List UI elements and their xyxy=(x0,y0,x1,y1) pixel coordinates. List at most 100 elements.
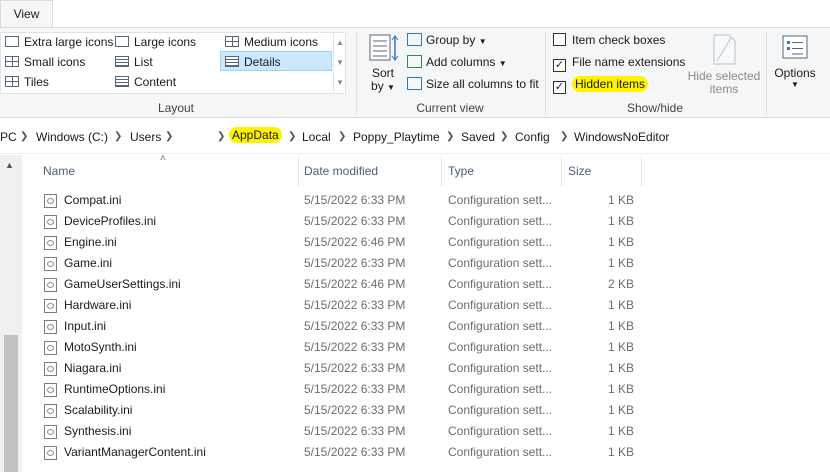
file-date-modified: 5/15/2022 6:33 PM xyxy=(304,193,406,207)
breadcrumb-config[interactable]: Config xyxy=(515,129,550,145)
file-date-modified: 5/15/2022 6:33 PM xyxy=(304,382,406,396)
table-row[interactable]: MotoSynth.ini 5/15/2022 6:33 PM Configurat… xyxy=(24,337,830,358)
breadcrumb-separator-icon[interactable]: ❯ xyxy=(500,129,508,145)
group-by-button[interactable]: Group by ▼ xyxy=(407,29,487,51)
details-icon xyxy=(225,56,239,67)
options-button[interactable]: Options ▼ xyxy=(770,33,820,90)
config-file-icon xyxy=(44,278,57,292)
breadcrumb-separator-icon[interactable]: ❯ xyxy=(288,129,296,145)
file-type: Configuration sett... xyxy=(448,361,553,375)
config-file-icon xyxy=(44,299,57,313)
scroll-down-icon[interactable]: ▼ xyxy=(334,53,346,73)
size-columns-icon xyxy=(407,77,422,90)
breadcrumb-separator-icon[interactable]: ❯ xyxy=(446,129,454,145)
column-header-size[interactable]: Size xyxy=(568,157,640,186)
file-date-modified: 5/15/2022 6:33 PM xyxy=(304,298,406,312)
tab-view[interactable]: View xyxy=(0,0,53,27)
gallery-more-icon[interactable]: ▼ xyxy=(334,73,346,93)
breadcrumb-separator-icon[interactable]: ❯ xyxy=(20,129,28,145)
scroll-up-icon[interactable]: ▲ xyxy=(5,160,14,170)
file-size: 1 KB xyxy=(607,382,634,396)
file-type: Configuration sett... xyxy=(448,193,553,207)
config-file-icon xyxy=(44,383,57,397)
checkbox-unchecked-icon[interactable] xyxy=(553,33,566,46)
breadcrumb-pc[interactable]: PC xyxy=(0,129,17,145)
file-date-modified: 5/15/2022 6:33 PM xyxy=(304,256,406,270)
breadcrumb-separator-icon[interactable]: ❯ xyxy=(217,129,225,145)
file-name-extensions-toggle[interactable]: ✓ File name extensions xyxy=(553,51,685,73)
table-row[interactable]: Niagara.ini 5/15/2022 6:33 PM Configuratio… xyxy=(24,358,830,379)
medium-icons-icon xyxy=(225,36,239,47)
file-size: 1 KB xyxy=(607,319,634,333)
file-size: 1 KB xyxy=(607,214,634,228)
scrollbar-thumb[interactable] xyxy=(4,335,18,472)
checkbox-checked-icon[interactable]: ✓ xyxy=(553,59,566,72)
file-type: Configuration sett... xyxy=(448,340,553,354)
item-check-boxes-toggle[interactable]: Item check boxes xyxy=(553,29,665,51)
breadcrumb-separator-icon[interactable]: ❯ xyxy=(114,129,122,145)
column-divider[interactable] xyxy=(298,157,299,186)
config-file-icon xyxy=(44,257,57,271)
file-date-modified: 5/15/2022 6:46 PM xyxy=(304,277,406,291)
list-icon xyxy=(115,56,129,67)
column-header-type[interactable]: Type xyxy=(448,157,560,186)
breadcrumb-local[interactable]: Local xyxy=(302,129,331,145)
layout-list[interactable]: List xyxy=(115,53,153,71)
file-date-modified: 5/15/2022 6:33 PM xyxy=(304,340,406,354)
layout-small-icons[interactable]: Small icons xyxy=(5,53,85,71)
layout-content[interactable]: Content xyxy=(115,73,176,91)
table-row[interactable]: DeviceProfiles.ini 5/15/2022 6:33 PM Confi… xyxy=(24,211,830,232)
size-all-columns-button[interactable]: Size all columns to fit xyxy=(407,73,539,95)
layout-medium-icons[interactable]: Medium icons xyxy=(225,33,318,51)
checkbox-checked-icon[interactable]: ✓ xyxy=(553,81,566,94)
file-size: 1 KB xyxy=(607,193,634,207)
column-header-name[interactable]: Name xyxy=(43,157,298,186)
breadcrumb-windowsnoeditor[interactable]: WindowsNoEditor xyxy=(574,129,669,145)
column-divider[interactable] xyxy=(441,157,442,186)
column-header-date-modified[interactable]: Date modified xyxy=(304,157,440,186)
table-row[interactable]: VariantManagerContent.ini 5/15/2022 6:33 … xyxy=(24,442,830,463)
table-row[interactable]: Hardware.ini 5/15/2022 6:33 PM Configurati… xyxy=(24,295,830,316)
column-divider[interactable] xyxy=(561,157,562,186)
table-row[interactable]: GameUserSettings.ini 5/15/2022 6:46 PM Con… xyxy=(24,274,830,295)
hide-selected-items-button[interactable]: Hide selected items xyxy=(685,33,763,96)
file-type: Configuration sett... xyxy=(448,424,553,438)
sort-by-button[interactable]: Sort by ▼ xyxy=(366,33,400,95)
file-name: Scalability.ini xyxy=(64,403,133,417)
file-name: RuntimeOptions.ini xyxy=(64,382,166,396)
layout-large-icons[interactable]: Large icons xyxy=(115,33,196,51)
table-row[interactable]: Input.ini 5/15/2022 6:33 PM Configuration … xyxy=(24,316,830,337)
column-divider[interactable] xyxy=(641,157,642,186)
layout-details[interactable]: Details xyxy=(225,53,281,71)
table-row[interactable]: RuntimeOptions.ini 5/15/2022 6:33 PM Confi… xyxy=(24,379,830,400)
layout-tiles[interactable]: Tiles xyxy=(5,73,49,91)
breadcrumb-saved[interactable]: Saved xyxy=(461,129,495,145)
table-row[interactable]: Scalability.ini 5/15/2022 6:33 PM Configur… xyxy=(24,400,830,421)
add-columns-button[interactable]: Add columns ▼ xyxy=(407,51,507,73)
file-date-modified: 5/15/2022 6:33 PM xyxy=(304,424,406,438)
scroll-up-icon[interactable]: ▲ xyxy=(334,33,346,53)
file-size: 1 KB xyxy=(607,235,634,249)
table-row[interactable]: Engine.ini 5/15/2022 6:46 PM Configuration… xyxy=(24,232,830,253)
hidden-items-toggle[interactable]: ✓ Hidden items xyxy=(553,73,649,95)
layout-extra-large-icons[interactable]: Extra large icons xyxy=(5,33,113,51)
group-divider xyxy=(766,32,767,114)
table-row[interactable]: Compat.ini 5/15/2022 6:33 PM Configuration… xyxy=(24,190,830,211)
file-date-modified: 5/15/2022 6:33 PM xyxy=(304,214,406,228)
breadcrumb-separator-icon[interactable]: ❯ xyxy=(338,129,346,145)
breadcrumb-windows-c[interactable]: Windows (C:) xyxy=(36,129,108,145)
dropdown-arrow-icon: ▼ xyxy=(498,59,507,68)
table-row[interactable]: Synthesis.ini 5/15/2022 6:33 PM Configurat… xyxy=(24,421,830,442)
file-name: Compat.ini xyxy=(64,193,122,207)
breadcrumb-poppy-playtime[interactable]: Poppy_Playtime xyxy=(353,129,440,145)
breadcrumb-appdata[interactable]: AppData xyxy=(229,127,282,143)
file-size: 1 KB xyxy=(607,256,634,270)
table-row[interactable]: Game.ini 5/15/2022 6:33 PM Configuration s… xyxy=(24,253,830,274)
layout-gallery-scroller[interactable]: ▲ ▼ ▼ xyxy=(333,33,346,93)
breadcrumb-users[interactable]: Users xyxy=(130,129,161,145)
breadcrumb-separator-icon[interactable]: ❯ xyxy=(165,129,173,145)
dropdown-arrow-icon: ▼ xyxy=(387,83,395,92)
config-file-icon xyxy=(44,341,57,355)
breadcrumb-separator-icon[interactable]: ❯ xyxy=(560,129,568,145)
config-file-icon xyxy=(44,215,57,229)
